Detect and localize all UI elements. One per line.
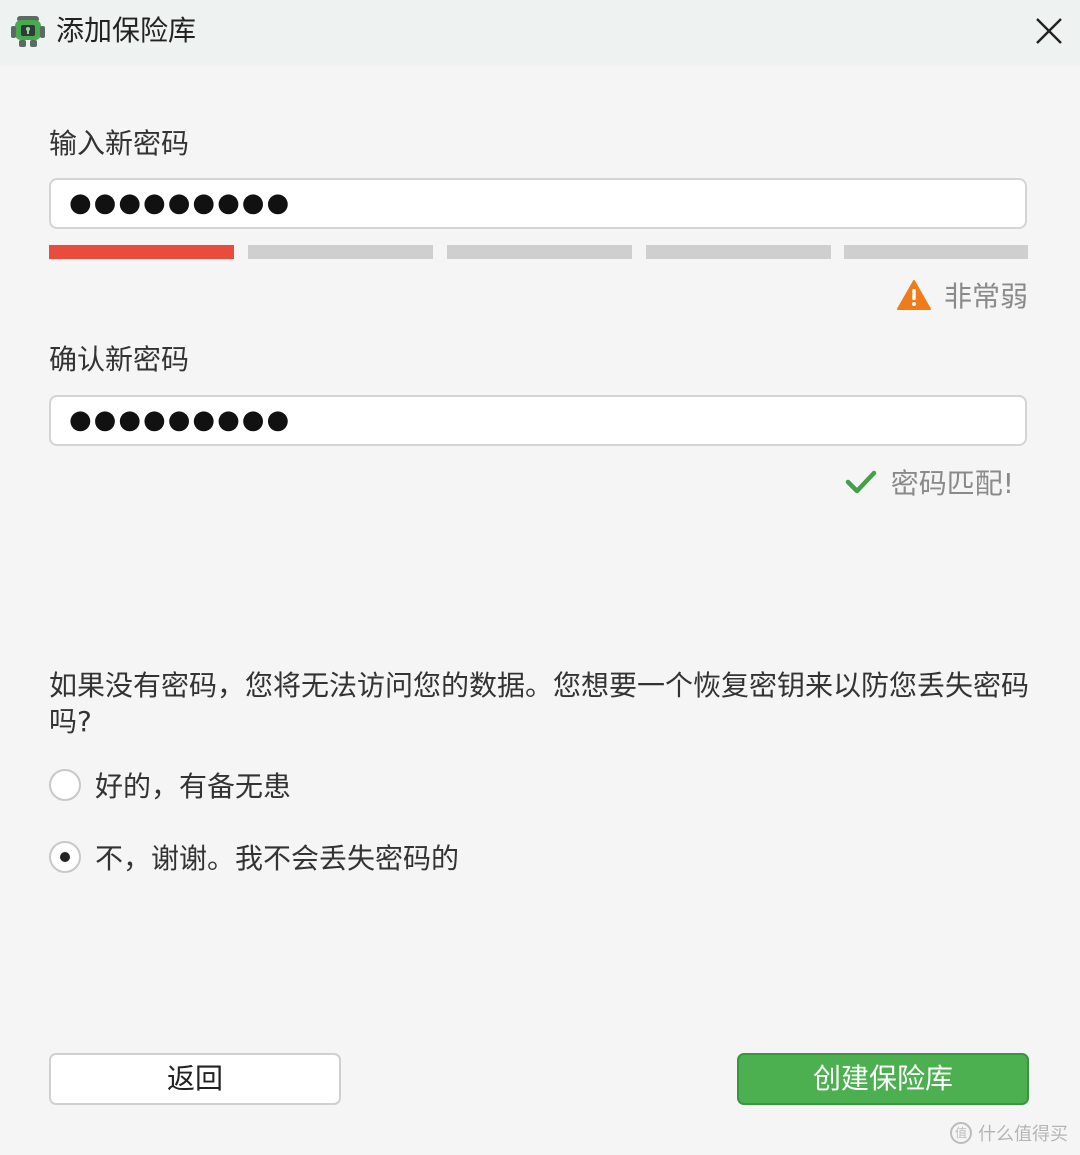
radio-option-yes[interactable]: 好的，有备无患 [49, 766, 291, 804]
add-vault-dialog: 添加保险库 输入新密码 ●●●●●●●●● 非常弱 确认新密码 ●●●●●●●●… [0, 0, 1080, 1155]
strength-segment-2 [248, 245, 433, 259]
warning-triangle-icon [896, 280, 931, 310]
strength-indicator: 非常弱 [896, 276, 1028, 314]
password-match-text: 密码匹配! [890, 467, 1014, 500]
title-bar: 添加保险库 [0, 0, 1080, 66]
watermark-badge: 值 [950, 1122, 972, 1144]
watermark-text: 什么值得买 [978, 1124, 1068, 1145]
window-title: 添加保险库 [56, 14, 197, 47]
confirm-password-value: ●●●●●●●●● [69, 405, 292, 435]
confirm-password-input[interactable]: ●●●●●●●●● [49, 395, 1027, 446]
checkmark-icon [845, 470, 877, 494]
close-button[interactable] [1028, 10, 1070, 52]
create-vault-button[interactable]: 创建保险库 [737, 1053, 1029, 1105]
radio-label-no: 不，谢谢。我不会丢失密码的 [95, 842, 460, 875]
radio-button-yes[interactable] [49, 769, 81, 801]
strength-segment-5 [844, 245, 1028, 259]
strength-segment-4 [646, 245, 831, 259]
new-password-label: 输入新密码 [49, 127, 190, 160]
radio-label-yes: 好的，有备无患 [95, 770, 292, 803]
radio-option-no[interactable]: 不，谢谢。我不会丢失密码的 [49, 838, 459, 876]
strength-segment-1 [49, 245, 234, 259]
close-icon [1036, 18, 1062, 44]
back-button[interactable]: 返回 [49, 1053, 341, 1105]
strength-segment-3 [447, 245, 632, 259]
cryptomator-robot-icon [11, 16, 45, 47]
confirm-password-label: 确认新密码 [49, 343, 190, 376]
radio-button-no[interactable] [49, 841, 81, 873]
watermark: 值 什么值得买 [950, 1118, 1068, 1148]
strength-text: 非常弱 [943, 280, 1028, 313]
new-password-input[interactable]: ●●●●●●●●● [49, 178, 1027, 229]
new-password-value: ●●●●●●●●● [69, 188, 292, 218]
password-match-indicator: 密码匹配! [845, 462, 1014, 502]
recovery-key-question: 如果没有密码，您将无法访问您的数据。您想要一个恢复密钥来以防您丢失密码吗? [49, 669, 1030, 738]
